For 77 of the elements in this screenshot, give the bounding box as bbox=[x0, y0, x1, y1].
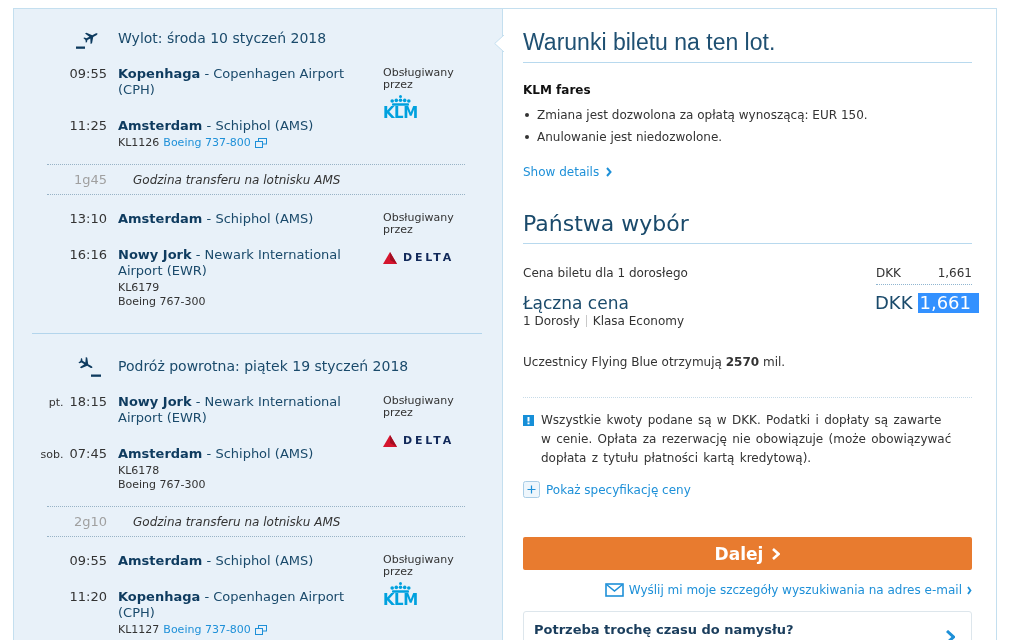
departure-airport: Nowy Jork - Newark International Airport (EWR) bbox=[118, 394, 342, 426]
weekday-label: pt. bbox=[48, 396, 64, 409]
external-link-icon bbox=[254, 138, 267, 148]
passenger-count: 1 Dorosły bbox=[523, 313, 580, 329]
total-price-label: Łączna cena bbox=[523, 293, 629, 313]
transfer-duration: 2g10 bbox=[72, 514, 107, 529]
departure-time: 13:10 bbox=[69, 211, 107, 226]
aircraft-type: Boeing 767-300 bbox=[118, 295, 207, 309]
chevron-icon bbox=[606, 167, 613, 177]
total-price: 1,661 bbox=[918, 293, 979, 313]
departure-time: 18:15 bbox=[69, 394, 107, 409]
fare-rule: Anulowanie jest niedozwolone. bbox=[537, 129, 723, 145]
airline-logo-text: DELTA bbox=[403, 251, 454, 264]
show-details-link[interactable]: Show details bbox=[523, 164, 613, 180]
plus-icon bbox=[523, 481, 540, 498]
external-link-icon bbox=[254, 625, 267, 635]
hold-offer-card[interactable]: Potrzeba trochę czasu do namysłu? bbox=[523, 611, 972, 640]
currency: DKK bbox=[876, 265, 901, 281]
departure-airport: Kopenhaga - Copenhagen Airport (CPH) bbox=[118, 66, 346, 98]
airline-logo-text: DELTA bbox=[403, 434, 454, 447]
chevron-icon bbox=[967, 585, 972, 595]
envelope-icon bbox=[604, 583, 624, 597]
leg-title: Wylot: środa 10 styczeń 2018 bbox=[118, 29, 327, 47]
crown-icon bbox=[389, 582, 411, 593]
crown-icon bbox=[389, 95, 411, 106]
triangle-icon bbox=[383, 434, 397, 447]
transfer-duration: 1g45 bbox=[72, 172, 107, 187]
fare-conditions-title: Warunki biletu na ten lot. bbox=[523, 28, 972, 63]
arrival-airport: Kopenhaga - Copenhagen Airport (CPH) bbox=[118, 589, 346, 621]
bullet-icon bbox=[525, 135, 529, 139]
arrival-time: 11:20 bbox=[69, 589, 107, 604]
arrival-time: 11:25 bbox=[69, 118, 107, 133]
ticket-price-label: Cena biletu dla 1 dorosłego bbox=[523, 265, 688, 281]
cabin-class: Klasa Economy bbox=[592, 313, 685, 329]
flight-number: KL1127 bbox=[118, 623, 160, 637]
transfer-note: Godzina transferu na lotnisku AMS bbox=[133, 514, 341, 529]
arrival-airport: Nowy Jork - Newark International Airport (EWR) bbox=[118, 247, 342, 279]
flight-number: KL1126 bbox=[118, 136, 160, 150]
operated-by-label: Obsługiwany przez bbox=[383, 67, 455, 91]
currency: DKK bbox=[875, 293, 913, 313]
leg-title: Podróż powrotna: piątek 19 styczeń 2018 bbox=[118, 357, 409, 375]
selection-title: Państwa wybór bbox=[523, 210, 972, 244]
aircraft-link[interactable]: Boeing 737-800 bbox=[163, 136, 251, 150]
ticket-price: 1,661 bbox=[937, 265, 972, 281]
airline-logo-text: KLM bbox=[383, 594, 418, 607]
departure-airport: Amsterdam - Schiphol (AMS) bbox=[118, 553, 315, 569]
triangle-icon bbox=[383, 251, 397, 264]
arrival-time: 16:16 bbox=[69, 247, 107, 262]
arrival-time: 07:45 bbox=[69, 446, 107, 461]
price-breakdown-link[interactable]: Pokaż specyfikację ceny bbox=[523, 481, 691, 498]
transfer-note: Godzina transferu na lotnisku AMS bbox=[133, 172, 341, 187]
hold-offer-title: Potrzeba trochę czasu do namysłu? bbox=[534, 622, 794, 638]
flight-number: KL6178 bbox=[118, 464, 161, 478]
departure-time: 09:55 bbox=[69, 66, 107, 81]
info-icon bbox=[523, 415, 534, 426]
aircraft-link[interactable]: Boeing 737-800 bbox=[163, 623, 251, 637]
chevron-icon bbox=[772, 547, 781, 560]
continue-button[interactable]: Dalej bbox=[523, 537, 972, 570]
landing-icon bbox=[76, 355, 102, 377]
operated-by-label: Obsługiwany przez bbox=[383, 212, 455, 236]
email-link[interactable]: Wyślij mi moje szczegóły wyszukiwania na adres e-mail bbox=[604, 582, 972, 598]
fare-rule: Zmiana jest dozwolona za opłatą wynoszącą: EUR 150. bbox=[537, 107, 868, 123]
departure-airport: Amsterdam - Schiphol (AMS) bbox=[118, 211, 315, 227]
price-notice: Wszystkie kwoty podane są w DKK. Podatki i dopłaty są zawarte w cenie. Opłata za rezerwację nie obowiązuje (może obowiązywać dopłata z tytułu płatności kartą kredytową). bbox=[541, 412, 953, 467]
bullet-icon bbox=[525, 113, 529, 117]
operated-by-label: Obsługiwany przez bbox=[383, 554, 455, 578]
weekday-label: sob. bbox=[40, 448, 64, 461]
aircraft-type: Boeing 767-300 bbox=[118, 478, 207, 492]
miles-note: Uczestnicy Flying Blue otrzymują 2570 mil. bbox=[523, 354, 787, 370]
operated-by-label: Obsługiwany przez bbox=[383, 395, 455, 419]
departure-time: 09:55 bbox=[69, 553, 107, 568]
chevron-icon bbox=[946, 630, 955, 640]
arrival-airport: Amsterdam - Schiphol (AMS) bbox=[118, 446, 315, 462]
fare-name: KLM fares bbox=[523, 82, 592, 98]
airline-logo-text: KLM bbox=[383, 107, 418, 120]
flight-number: KL6179 bbox=[118, 281, 161, 295]
arrival-airport: Amsterdam - Schiphol (AMS) bbox=[118, 118, 315, 134]
